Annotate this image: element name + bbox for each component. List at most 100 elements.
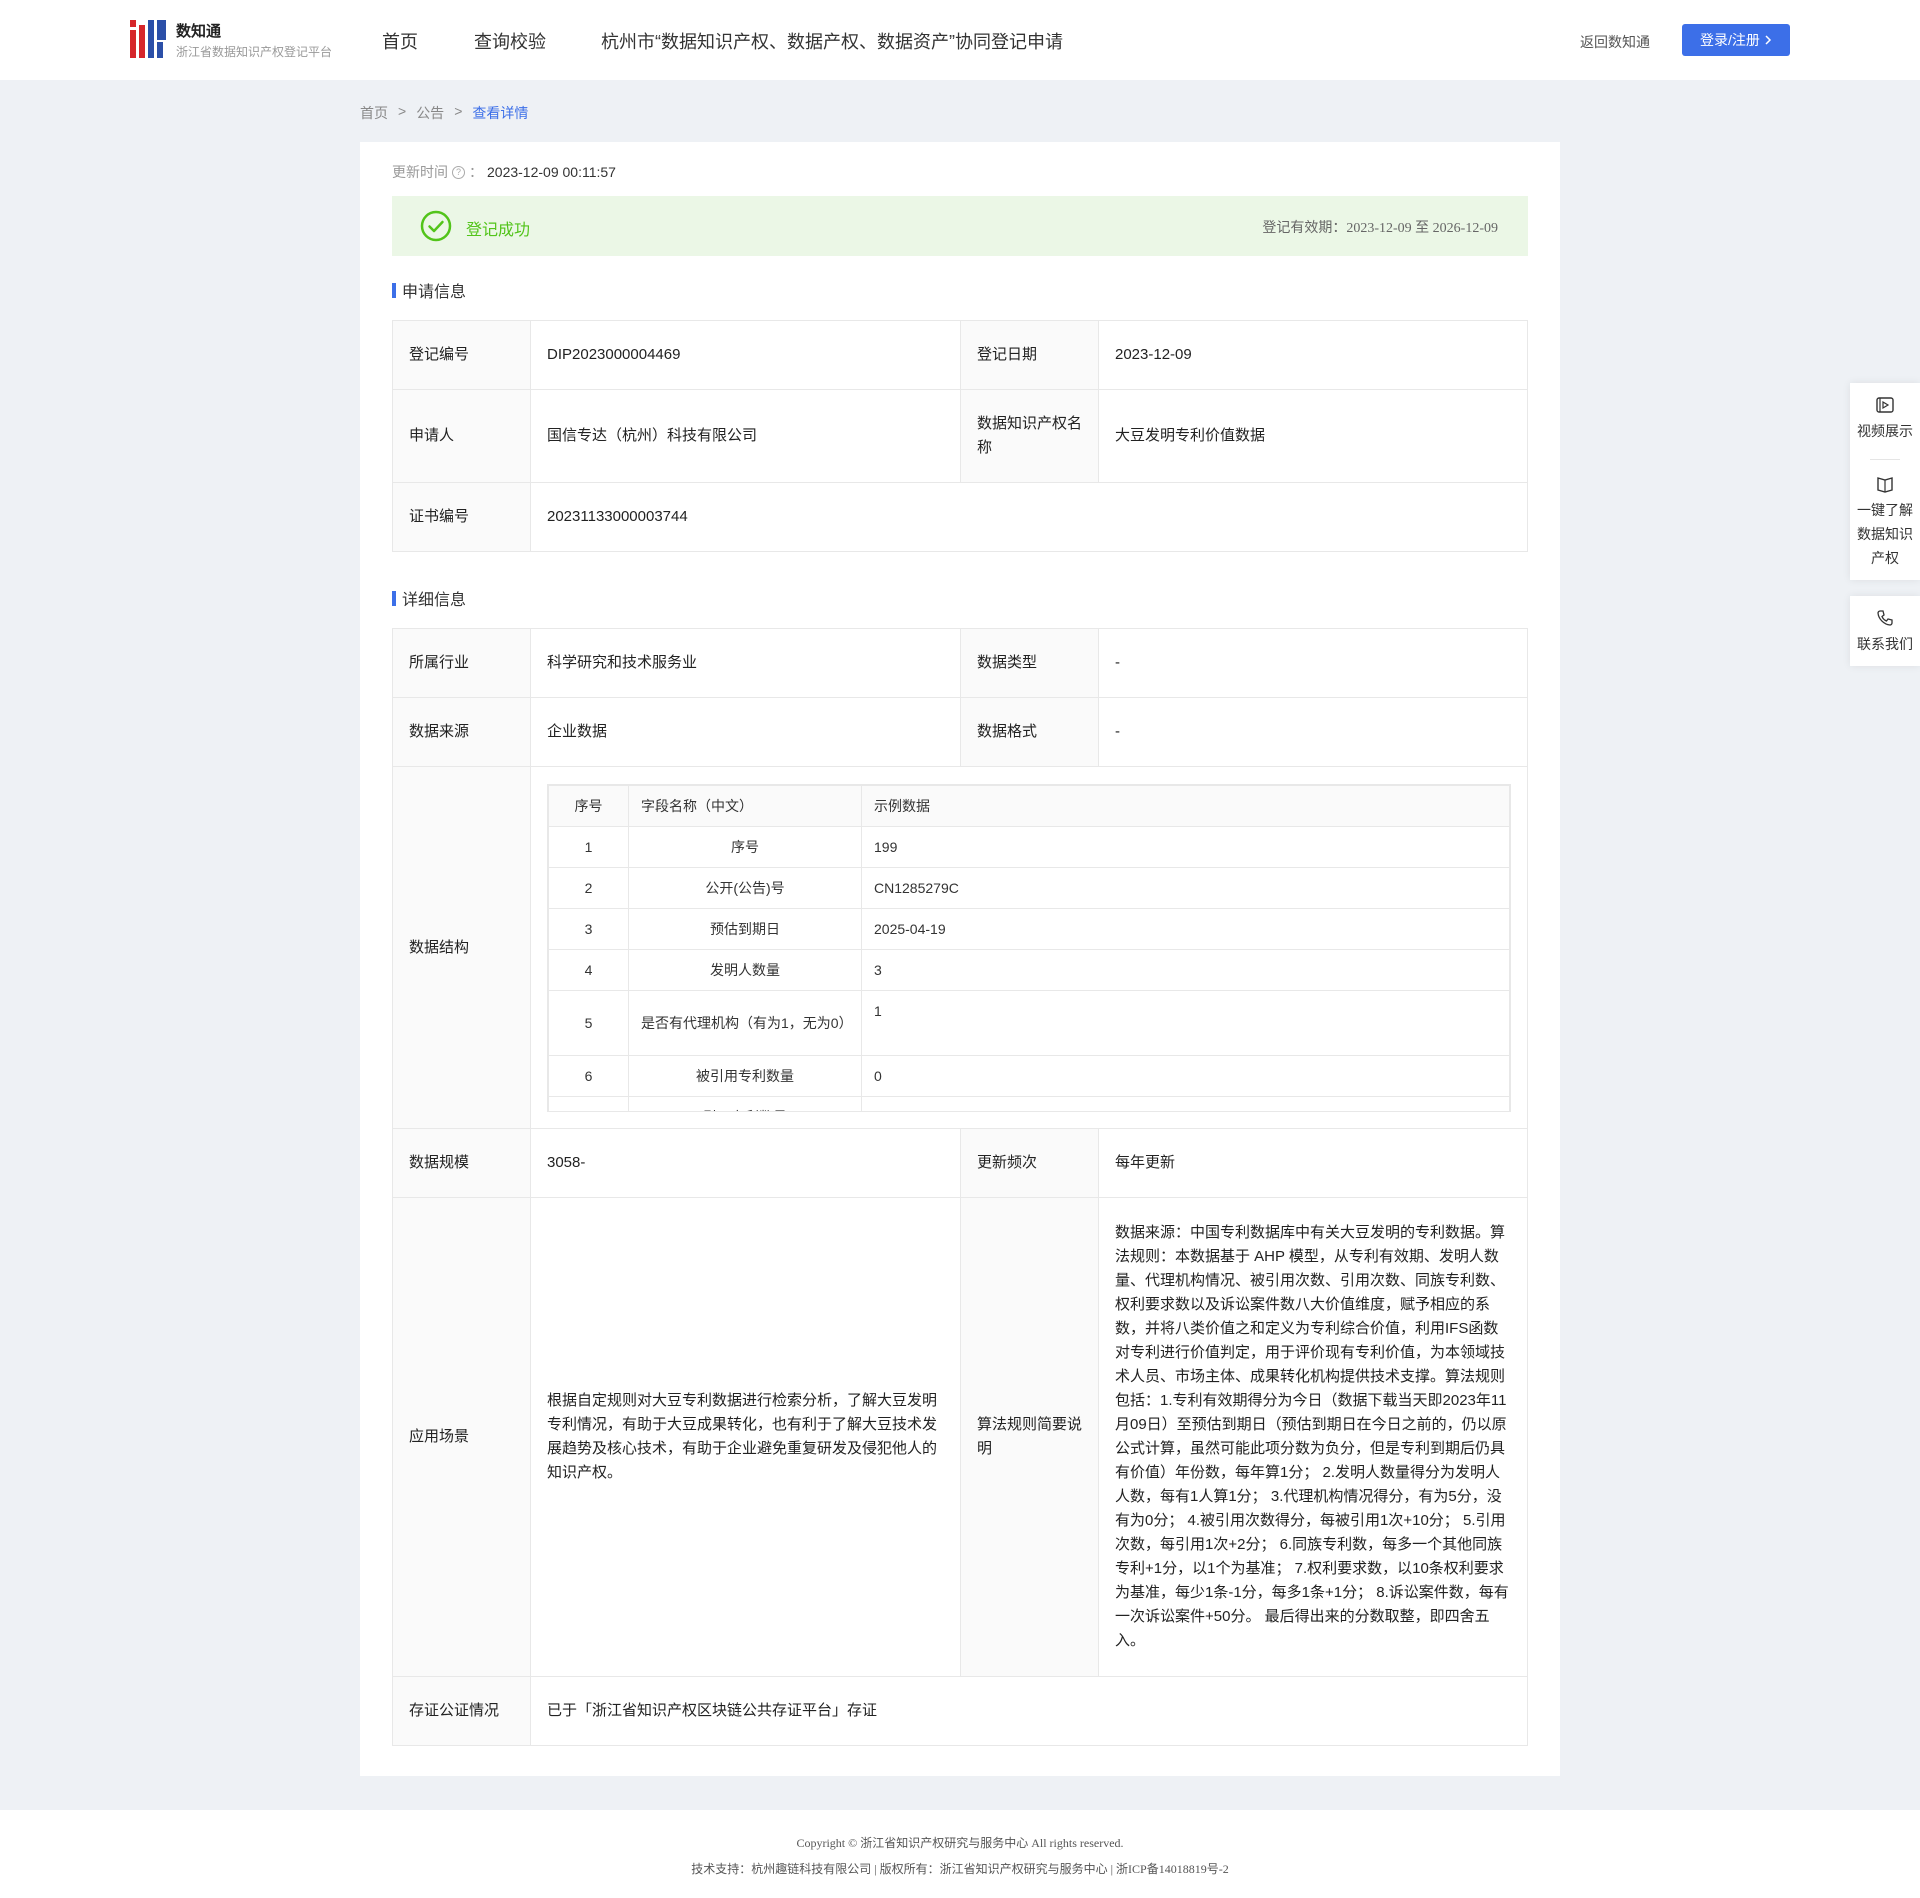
nav-query-verify[interactable]: 查询校验 <box>474 28 546 54</box>
section-detail-info-title: 详细信息 <box>392 586 466 610</box>
row-field-name: 序号 <box>628 825 862 868</box>
section-marker <box>392 590 396 606</box>
table-row: 1 序号 199 <box>548 825 1510 868</box>
table-row: 数据结构 序号 字段名称（中文） 示例数据 1 序号 199 2 公开(公告)号… <box>392 766 1528 1129</box>
reg-date-value: 2023-12-09 <box>1098 320 1528 390</box>
table-row: 存证公证情况 已于「浙江省知识产权区块链公共存证平台」存证 <box>392 1676 1528 1746</box>
data-structure-scroll[interactable]: 序号 字段名称（中文） 示例数据 1 序号 199 2 公开(公告)号 CN12… <box>547 783 1511 1112</box>
detail-info-table: 所属行业 科学研究和技术服务业 数据类型 - 数据来源 企业数据 数据格式 - … <box>392 628 1528 1746</box>
row-field-name: 引用专利数量 <box>628 1095 862 1111</box>
row-index: 5 <box>548 989 629 1056</box>
contact-float: 联系我们 <box>1850 596 1920 666</box>
scenario-value: 根据自定规则对大豆专利数据进行检索分析，了解大豆发明专利情况，有助于大豆成果转化… <box>530 1197 961 1677</box>
applicant-label: 申请人 <box>392 389 531 483</box>
breadcrumb-separator: > <box>398 103 407 119</box>
reg-no-value: DIP2023000004469 <box>530 320 961 390</box>
row-field-name: 公开(公告)号 <box>628 866 862 909</box>
table-row: 7 引用专利数量 0 <box>548 1095 1510 1111</box>
data-structure-table: 序号 字段名称（中文） 示例数据 1 序号 199 2 公开(公告)号 CN12… <box>548 784 1510 1111</box>
data-scale-value: 3058- <box>530 1128 961 1198</box>
row-sample: 1 <box>861 989 1510 1056</box>
data-type-label: 数据类型 <box>960 628 1099 698</box>
table-row: 登记编号 DIP2023000004469 登记日期 2023-12-09 <box>392 320 1528 390</box>
learn-data-ip-button[interactable]: 一键了解数据知识产权 <box>1850 460 1920 570</box>
row-index: 3 <box>548 907 629 950</box>
section-detail-info-label: 详细信息 <box>402 592 467 609</box>
help-question-icon[interactable]: ? <box>452 165 465 179</box>
cert-no-label: 证书编号 <box>392 482 531 552</box>
nav-hangzhou-register[interactable]: 杭州市“数据知识产权、数据产权、数据资产”协同登记申请 <box>601 28 1063 54</box>
breadcrumb: 首页 > 公告 > 查看详情 <box>360 103 528 123</box>
industry-label: 所属行业 <box>392 628 531 698</box>
data-type-value: - <box>1098 628 1528 698</box>
phone-icon <box>1877 610 1893 626</box>
section-apply-info-title: 申请信息 <box>392 278 466 302</box>
row-index: 6 <box>548 1054 629 1097</box>
notary-label: 存证公证情况 <box>392 1676 531 1746</box>
table-row: 证书编号 20231133000003744 <box>392 482 1528 552</box>
table-row: 3 预估到期日 2025-04-19 <box>548 907 1510 950</box>
row-index: 2 <box>548 866 629 909</box>
video-icon <box>1876 397 1894 413</box>
brand-name: 数知通 <box>176 23 222 40</box>
breadcrumb-home[interactable]: 首页 <box>360 103 388 123</box>
data-format-label: 数据格式 <box>960 697 1099 767</box>
section-apply-info-label: 申请信息 <box>402 284 467 301</box>
table-row: 数据来源 企业数据 数据格式 - <box>392 697 1528 767</box>
back-to-shuzhitong-link[interactable]: 返回数知通 <box>1580 32 1650 52</box>
site-logo[interactable] <box>130 20 166 58</box>
data-structure-label: 数据结构 <box>392 766 531 1129</box>
row-sample: 0 <box>861 1095 1510 1111</box>
nav-home[interactable]: 首页 <box>382 28 418 54</box>
update-time-value: 2023-12-09 00:11:57 <box>487 164 616 180</box>
table-row: 数据规模 3058- 更新频次 每年更新 <box>392 1128 1528 1198</box>
contact-us-button[interactable]: 联系我们 <box>1850 596 1920 656</box>
book-icon <box>1877 477 1893 493</box>
video-showcase-label: 视频展示 <box>1857 423 1913 439</box>
row-sample: CN1285279C <box>861 866 1510 909</box>
breadcrumb-current: 查看详情 <box>472 105 529 121</box>
page-footer: Copyright © 浙江省知识产权研究与服务中心 All rights re… <box>0 1810 1920 1898</box>
table-header-row: 序号 字段名称（中文） 示例数据 <box>548 784 1510 827</box>
notary-value: 已于「浙江省知识产权区块链公共存证平台」存证 <box>530 1676 1528 1746</box>
data-format-value: - <box>1098 697 1528 767</box>
breadcrumb-notice[interactable]: 公告 <box>416 103 444 123</box>
col-header-index: 序号 <box>548 784 629 827</box>
login-register-button[interactable]: 登录/注册 <box>1682 24 1790 56</box>
check-circle-icon <box>420 210 452 242</box>
validity-period: 登记有效期：2023-12-09 至 2026-12-09 <box>1262 221 1498 236</box>
industry-value: 科学研究和技术服务业 <box>530 628 961 698</box>
detail-card: 更新时间 ? ： 2023-12-09 00:11:57 登记成功 登记有效期：… <box>360 142 1560 1776</box>
table-row: 4 发明人数量 3 <box>548 948 1510 991</box>
status-banner: 登记成功 登记有效期：2023-12-09 至 2026-12-09 <box>392 196 1528 256</box>
row-index: 7 <box>548 1095 629 1111</box>
row-sample: 0 <box>861 1054 1510 1097</box>
ip-name-value: 大豆发明专利价值数据 <box>1098 389 1528 483</box>
chevron-right-icon <box>1764 32 1772 48</box>
update-freq-value: 每年更新 <box>1098 1128 1528 1198</box>
table-row: 应用场景 根据自定规则对大豆专利数据进行检索分析，了解大豆发明专利情况，有助于大… <box>392 1197 1528 1677</box>
row-index: 1 <box>548 825 629 868</box>
data-scale-label: 数据规模 <box>392 1128 531 1198</box>
update-time-row: 更新时间 ? ： 2023-12-09 00:11:57 <box>392 162 616 182</box>
float-sidebar: 视频展示 一键了解数据知识产权 <box>1850 383 1920 580</box>
algorithm-value: 数据来源：中国专利数据库中有关大豆发明的专利数据。算法规则：本数据基于 AHP … <box>1098 1197 1528 1677</box>
login-register-label: 登录/注册 <box>1700 32 1760 48</box>
brand-subtitle: 浙江省数据知识产权登记平台 <box>176 45 333 59</box>
ip-name-label: 数据知识产权名称 <box>960 389 1099 483</box>
row-field-name: 预估到期日 <box>628 907 862 950</box>
reg-no-label: 登记编号 <box>392 320 531 390</box>
col-header-field-name: 字段名称（中文） <box>628 784 862 827</box>
learn-data-ip-label: 一键了解数据知识产权 <box>1857 502 1913 566</box>
data-structure-cell: 序号 字段名称（中文） 示例数据 1 序号 199 2 公开(公告)号 CN12… <box>530 766 1528 1129</box>
data-source-label: 数据来源 <box>392 697 531 767</box>
row-sample: 2025-04-19 <box>861 907 1510 950</box>
video-showcase-button[interactable]: 视频展示 <box>1850 383 1920 459</box>
footer-copyright: Copyright © 浙江省知识产权研究与服务中心 All rights re… <box>796 1836 1124 1850</box>
table-row: 6 被引用专利数量 0 <box>548 1054 1510 1097</box>
row-sample: 3 <box>861 948 1510 991</box>
algorithm-label: 算法规则简要说明 <box>960 1197 1099 1677</box>
scenario-label: 应用场景 <box>392 1197 531 1677</box>
top-header: 数知通 浙江省数据知识产权登记平台 首页 查询校验 杭州市“数据知识产权、数据产… <box>0 0 1920 80</box>
row-index: 4 <box>548 948 629 991</box>
